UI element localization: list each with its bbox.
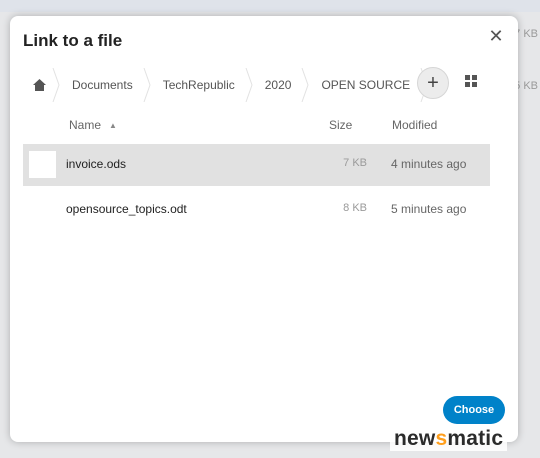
breadcrumb: Documents TechRepublic 2020 OPEN SOURCE — [26, 68, 428, 102]
file-row-selected[interactable]: invoice.ods 7 KB 4 minutes ago — [23, 144, 490, 186]
add-new-button[interactable]: + — [417, 67, 449, 99]
breadcrumb-open-source[interactable]: OPEN SOURCE — [309, 68, 428, 102]
column-header-name[interactable]: Name ▲ — [69, 118, 117, 132]
dialog-title: Link to a file — [23, 31, 123, 50]
watermark-accent-letter: s — [435, 427, 448, 450]
watermark-text: new — [394, 427, 436, 450]
breadcrumb-separator-icon — [52, 68, 60, 102]
file-thumbnail — [29, 151, 56, 178]
breadcrumb-label: Documents — [72, 78, 133, 92]
file-name: invoice.ods — [66, 157, 127, 171]
column-header-size[interactable]: Size — [329, 118, 352, 132]
file-picker-dialog: Link to a file ✕ Documents TechRepublic — [10, 16, 518, 442]
choose-button[interactable]: Choose — [443, 396, 505, 424]
breadcrumb-separator-icon — [143, 68, 151, 102]
breadcrumb-documents[interactable]: Documents — [60, 68, 151, 102]
newsmatic-watermark: newsmatic — [390, 427, 508, 451]
background-header-strip — [0, 0, 540, 12]
column-header-modified[interactable]: Modified — [392, 118, 437, 132]
breadcrumb-separator-icon — [245, 68, 253, 102]
file-modified: 5 minutes ago — [391, 202, 467, 216]
file-modified: 4 minutes ago — [391, 157, 467, 171]
file-size: 8 KB — [343, 202, 367, 214]
breadcrumb-label: TechRepublic — [162, 78, 235, 92]
grid-view-icon[interactable] — [464, 74, 478, 88]
file-thumbnail — [29, 196, 56, 223]
column-header-label: Name — [69, 118, 102, 132]
watermark-text: matic — [447, 427, 504, 450]
breadcrumb-techrepublic[interactable]: TechRepublic — [151, 68, 253, 102]
breadcrumb-label: OPEN SOURCE — [321, 78, 411, 92]
home-icon — [26, 79, 52, 91]
file-size: 7 KB — [343, 157, 367, 169]
breadcrumb-2020[interactable]: 2020 — [253, 68, 310, 102]
sort-ascending-icon: ▲ — [109, 121, 117, 130]
breadcrumb-separator-icon — [301, 68, 309, 102]
close-icon[interactable]: ✕ — [486, 26, 506, 46]
file-row[interactable]: opensource_topics.odt 8 KB 5 minutes ago — [23, 189, 490, 231]
breadcrumb-home[interactable] — [26, 68, 60, 102]
file-name: opensource_topics.odt — [66, 202, 187, 216]
breadcrumb-label: 2020 — [264, 78, 292, 92]
